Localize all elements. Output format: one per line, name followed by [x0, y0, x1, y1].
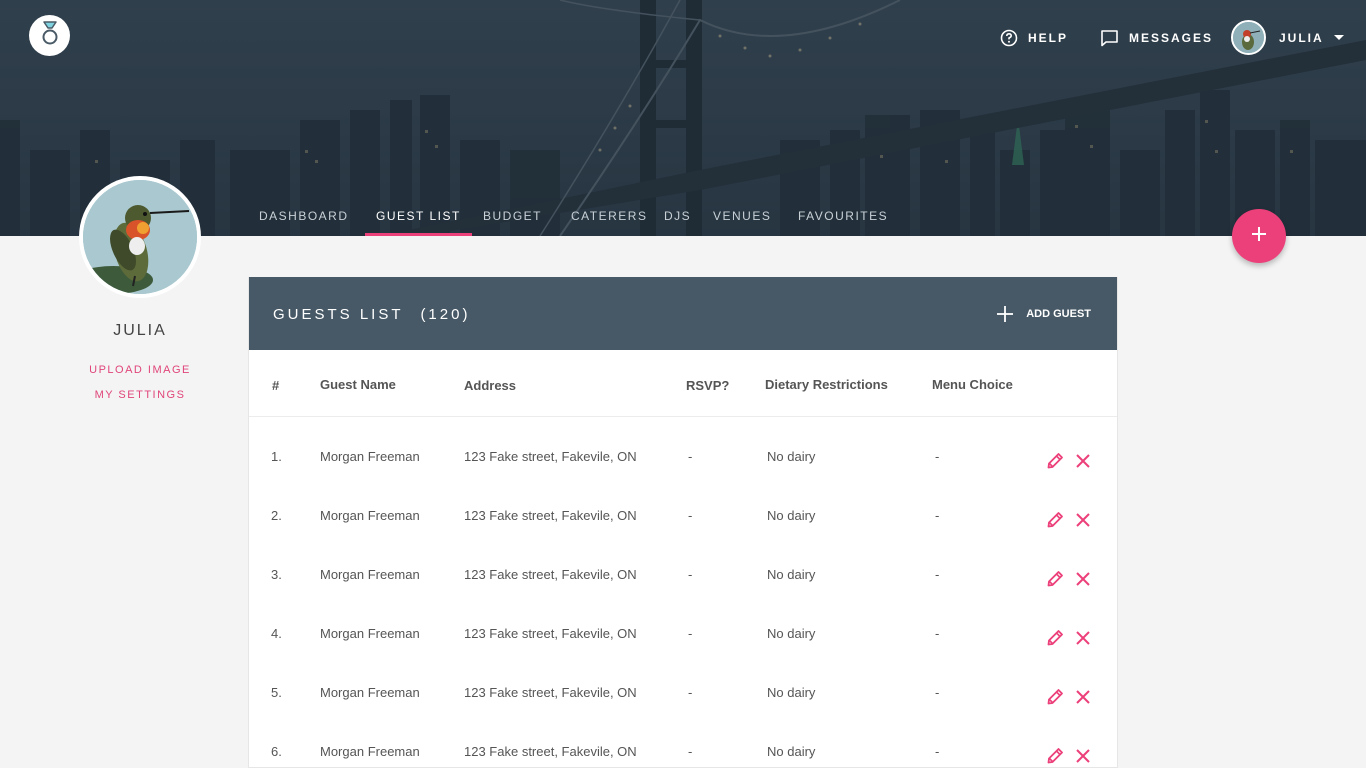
- guest-table-body: 1. Morgan Freeman 123 Fake street, Fakev…: [249, 277, 1117, 767]
- close-icon: [1075, 688, 1091, 711]
- guest-name: Morgan Freeman: [320, 685, 420, 700]
- chat-bubble-icon: [1100, 29, 1119, 47]
- tab-guest-list[interactable]: GUEST LIST: [365, 209, 472, 236]
- hero-banner: HELP MESSAGES JULIA DASHBOARD GUEST LIST…: [0, 0, 1366, 236]
- chevron-down-icon: [1333, 35, 1344, 40]
- question-circle-icon: [1000, 29, 1018, 47]
- guest-menu-choice: -: [935, 508, 940, 523]
- messages-link[interactable]: MESSAGES: [1100, 29, 1213, 47]
- guest-name: Morgan Freeman: [320, 626, 420, 641]
- guest-dietary: No dairy: [767, 626, 816, 641]
- user-menu[interactable]: JULIA: [1231, 20, 1344, 55]
- tab-budget[interactable]: BUDGET: [483, 209, 542, 236]
- hummingbird-image: [83, 180, 197, 294]
- guest-list-card: GUESTS LIST (120) ADD GUEST # Guest Name…: [248, 277, 1118, 768]
- table-row: 6. Morgan Freeman 123 Fake street, Fakev…: [249, 744, 1117, 767]
- guest-dietary: No dairy: [767, 449, 816, 464]
- delete-button[interactable]: [1075, 688, 1091, 711]
- profile-name: JULIA: [113, 322, 167, 339]
- guest-name: Morgan Freeman: [320, 567, 420, 582]
- guest-dietary: No dairy: [767, 744, 816, 759]
- table-row: 5. Morgan Freeman 123 Fake street, Fakev…: [249, 685, 1117, 744]
- guest-address: 123 Fake street, Fakevile, ON: [464, 744, 637, 759]
- pencil-icon: [1046, 452, 1064, 475]
- close-icon: [1075, 511, 1091, 534]
- table-row: 2. Morgan Freeman 123 Fake street, Fakev…: [249, 508, 1117, 567]
- edit-button[interactable]: [1046, 452, 1064, 475]
- table-row: 3. Morgan Freeman 123 Fake street, Fakev…: [249, 567, 1117, 626]
- guest-menu-choice: -: [935, 744, 940, 759]
- close-icon: [1075, 452, 1091, 475]
- tab-venues[interactable]: VENUES: [713, 209, 771, 236]
- guest-dietary: No dairy: [767, 685, 816, 700]
- guest-address: 123 Fake street, Fakevile, ON: [464, 685, 637, 700]
- row-number: 3.: [271, 567, 282, 582]
- delete-button[interactable]: [1075, 511, 1091, 534]
- tab-djs[interactable]: DJS: [664, 209, 691, 236]
- edit-button[interactable]: [1046, 511, 1064, 534]
- user-name: JULIA: [1279, 30, 1324, 45]
- guest-rsvp: -: [688, 685, 693, 700]
- edit-button[interactable]: [1046, 747, 1064, 767]
- guest-menu-choice: -: [935, 626, 940, 641]
- tab-favourites[interactable]: FAVOURITES: [798, 209, 888, 236]
- row-number: 6.: [271, 744, 282, 759]
- guest-menu-choice: -: [935, 449, 940, 464]
- pencil-icon: [1046, 570, 1064, 593]
- delete-button[interactable]: [1075, 570, 1091, 593]
- guest-name: Morgan Freeman: [320, 508, 420, 523]
- edit-button[interactable]: [1046, 629, 1064, 652]
- guest-menu-choice: -: [935, 567, 940, 582]
- table-row: 1. Morgan Freeman 123 Fake street, Fakev…: [249, 449, 1117, 508]
- help-link[interactable]: HELP: [1000, 29, 1068, 47]
- messages-label: MESSAGES: [1129, 31, 1214, 45]
- guest-rsvp: -: [688, 744, 693, 759]
- edit-button[interactable]: [1046, 570, 1064, 593]
- guest-address: 123 Fake street, Fakevile, ON: [464, 508, 637, 523]
- guest-menu-choice: -: [935, 685, 940, 700]
- guest-address: 123 Fake street, Fakevile, ON: [464, 567, 637, 582]
- pencil-icon: [1046, 688, 1064, 711]
- delete-button[interactable]: [1075, 452, 1091, 475]
- edit-button[interactable]: [1046, 688, 1064, 711]
- delete-button[interactable]: [1075, 747, 1091, 767]
- user-avatar: [1231, 20, 1266, 55]
- row-number: 2.: [271, 508, 282, 523]
- my-settings-link[interactable]: MY SETTINGS: [60, 389, 220, 401]
- add-fab-button[interactable]: [1232, 209, 1286, 263]
- close-icon: [1075, 570, 1091, 593]
- plus-icon: [1250, 225, 1268, 248]
- guest-rsvp: -: [688, 626, 693, 641]
- guest-name: Morgan Freeman: [320, 744, 420, 759]
- tab-caterers[interactable]: CATERERS: [571, 209, 647, 236]
- profile-avatar: [79, 176, 201, 298]
- ring-icon: [38, 20, 62, 51]
- upload-image-link[interactable]: UPLOAD IMAGE: [60, 364, 220, 376]
- help-label: HELP: [1028, 31, 1069, 45]
- guest-rsvp: -: [688, 449, 693, 464]
- guest-name: Morgan Freeman: [320, 449, 420, 464]
- pencil-icon: [1046, 747, 1064, 767]
- close-icon: [1075, 747, 1091, 767]
- guest-address: 123 Fake street, Fakevile, ON: [464, 626, 637, 641]
- guest-address: 123 Fake street, Fakevile, ON: [464, 449, 637, 464]
- table-row: 4. Morgan Freeman 123 Fake street, Fakev…: [249, 626, 1117, 685]
- app-logo[interactable]: [29, 15, 70, 56]
- close-icon: [1075, 629, 1091, 652]
- guest-dietary: No dairy: [767, 508, 816, 523]
- pencil-icon: [1046, 629, 1064, 652]
- pencil-icon: [1046, 511, 1064, 534]
- tab-dashboard[interactable]: DASHBOARD: [259, 209, 349, 236]
- guest-dietary: No dairy: [767, 567, 816, 582]
- delete-button[interactable]: [1075, 629, 1091, 652]
- row-number: 4.: [271, 626, 282, 641]
- row-number: 5.: [271, 685, 282, 700]
- row-number: 1.: [271, 449, 282, 464]
- guest-rsvp: -: [688, 567, 693, 582]
- guest-rsvp: -: [688, 508, 693, 523]
